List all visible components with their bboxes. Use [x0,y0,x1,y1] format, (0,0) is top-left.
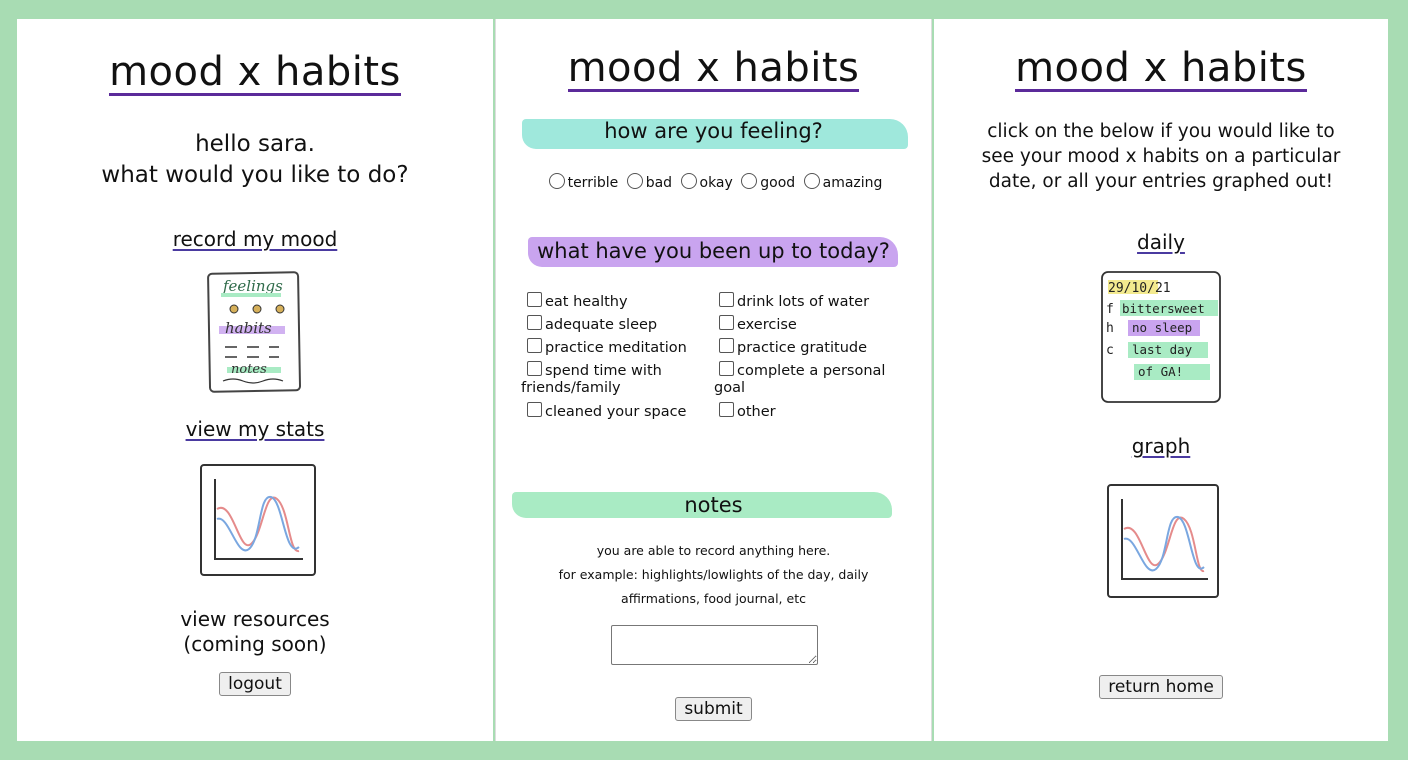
intro-line3: date, or all your entries graphed out! [988,171,1334,192]
mood-option-terrible[interactable]: terrible [545,173,618,191]
radio-icon[interactable] [803,173,820,189]
submit-wrap: submit [496,697,931,721]
radio-icon[interactable] [626,173,643,189]
habit-meditation[interactable]: practice meditation [527,338,687,357]
habit-exercise[interactable]: exercise [719,315,797,334]
graph-link[interactable]: graph [1132,434,1191,458]
app-title: mood x habits [567,45,860,92]
graph-link-wrap: graph [934,434,1388,458]
svg-text:h: h [1106,321,1114,336]
svg-text:f: f [1106,302,1114,317]
mood-option-good[interactable]: good [737,173,795,191]
habit-friends-wrap: friends/family [521,380,621,396]
stats-panel: mood x habits click on the below if you … [934,19,1388,741]
submit-button[interactable]: submit [675,697,752,721]
checkbox-icon[interactable] [719,402,734,417]
return-wrap: return home [934,675,1388,699]
notes-heading: notes [684,493,743,517]
notes-instructions: you are able to record anything here. fo… [496,539,931,611]
activities-heading: what have you been up to today? [537,239,890,263]
logout-wrap: logout [17,672,493,696]
daily-link[interactable]: daily [1137,230,1185,254]
mood-option-okay[interactable]: okay [677,173,733,191]
svg-text:c: c [1106,343,1114,358]
notes-line2: for example: highlights/lowlights of the… [558,567,869,582]
app-title: mood x habits [109,49,401,96]
daily-habits: no sleep [1132,320,1192,335]
habits-word: habits [225,319,272,337]
home-panel: mood x habits hello sara. what would you… [17,19,493,741]
daily-comment-1: last day [1132,342,1193,357]
return-home-button[interactable]: return home [1099,675,1223,699]
habit-eat-healthy[interactable]: eat healthy [527,292,628,311]
graph-sketch[interactable] [1100,479,1224,607]
habit-adequate-sleep[interactable]: adequate sleep [527,315,657,334]
checkbox-icon[interactable] [527,402,542,417]
checkbox-icon[interactable] [527,361,542,376]
record-mood-sketch[interactable]: feelings habits notes [203,269,305,397]
question: what would you like to do? [101,162,409,188]
checkbox-icon[interactable] [527,292,542,307]
record-mood-link[interactable]: record my mood [173,227,338,251]
daily-comment-2: of GA! [1138,364,1183,379]
intro-line2: see your mood x habits on a particular [981,146,1341,167]
habit-cleaned-space[interactable]: cleaned your space [527,402,686,421]
radio-icon[interactable] [741,173,758,189]
record-link-wrap: record my mood [17,227,493,251]
notes-line1: you are able to record anything here. [596,543,831,558]
checkbox-icon[interactable] [719,315,734,330]
stats-link-wrap: view my stats [17,417,493,441]
mood-option-bad[interactable]: bad [623,173,672,191]
view-stats-link[interactable]: view my stats [186,417,325,441]
habit-personal-goal-wrap: goal [714,380,745,396]
resources-line1: view resources [180,607,330,631]
mood-options: terrible bad okay good amazing [496,173,931,191]
daily-feeling: bittersweet [1122,301,1205,316]
checkbox-icon[interactable] [719,292,734,307]
radio-icon[interactable] [548,173,565,189]
logout-button[interactable]: logout [219,672,291,696]
feeling-heading: how are you feeling? [604,119,823,143]
stats-graph-sketch[interactable] [193,459,321,587]
habit-other[interactable]: other [719,402,776,421]
resources-block: view resources (coming soon) [17,607,493,657]
mood-option-amazing[interactable]: amazing [800,173,882,191]
resources-line2: (coming soon) [183,632,327,656]
daily-link-wrap: daily [934,230,1388,254]
radio-icon[interactable] [680,173,697,189]
daily-date: 29/10/21 [1108,281,1171,296]
daily-sketch[interactable]: 29/10/21 f bittersweet h no sleep c last… [1098,268,1224,408]
notes-textarea[interactable] [611,625,818,665]
intro-line1: click on the below if you would like to [987,121,1335,142]
checkbox-icon[interactable] [527,338,542,353]
habit-gratitude[interactable]: practice gratitude [719,338,867,357]
habit-friends[interactable]: spend time with [527,361,662,380]
habit-water[interactable]: drink lots of water [719,292,869,311]
greeting-block: hello sara. what would you like to do? [17,129,493,191]
record-panel: mood x habits how are you feeling? terri… [495,19,932,741]
habit-personal-goal[interactable]: complete a personal [719,361,885,380]
notes-line3: affirmations, food journal, etc [621,591,806,606]
checkbox-icon[interactable] [719,338,734,353]
stats-intro: click on the below if you would like to … [934,119,1388,194]
feelings-word: feelings [222,277,283,295]
app-title: mood x habits [1015,45,1307,92]
greeting: hello sara. [195,131,315,157]
checkbox-icon[interactable] [527,315,542,330]
notes-word: notes [231,362,267,377]
checkbox-icon[interactable] [719,361,734,376]
